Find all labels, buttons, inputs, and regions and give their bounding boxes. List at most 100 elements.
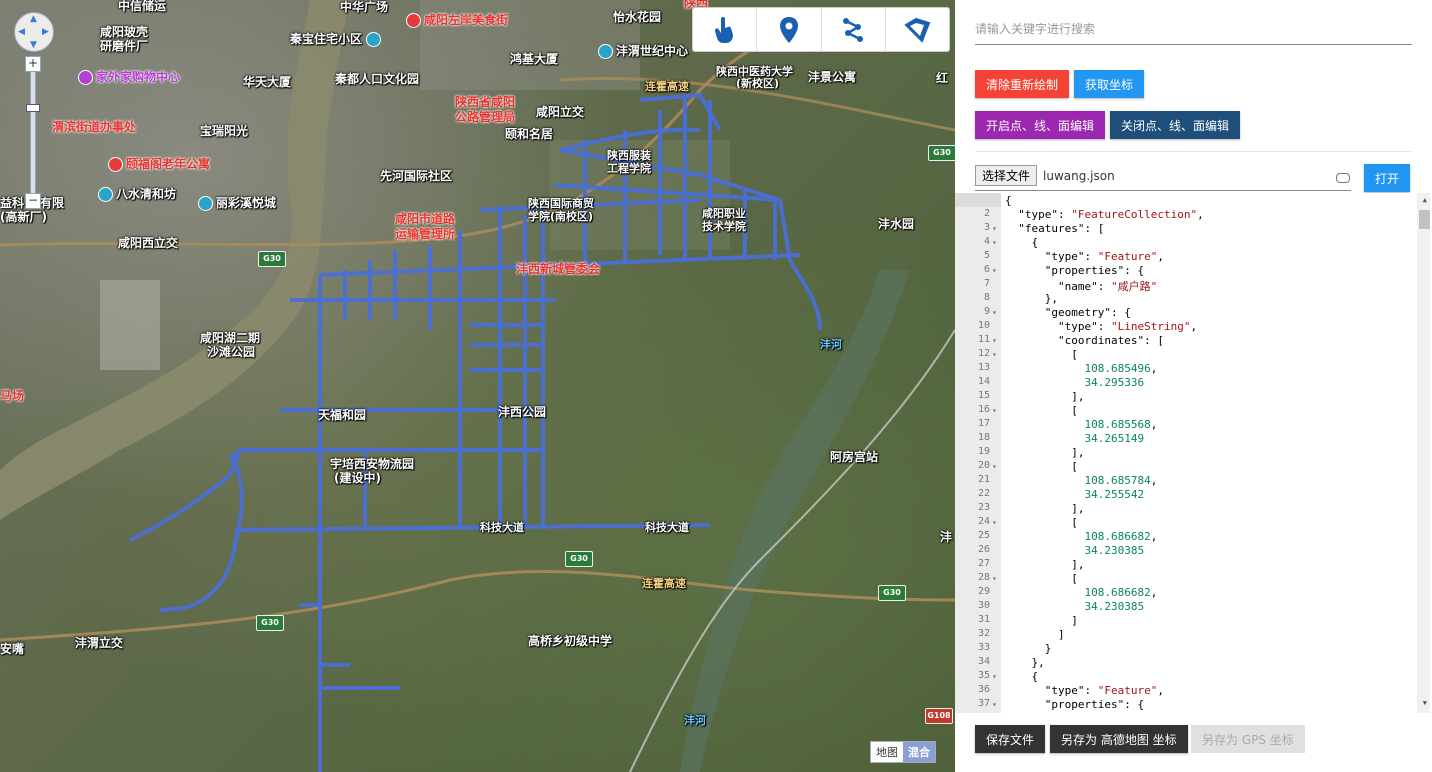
code-line[interactable]: 34.265149 [1005,432,1144,445]
line-number: 3 [983,222,990,233]
code-line[interactable]: "type": "LineString", [1005,320,1197,333]
code-line[interactable]: ], [1005,390,1084,403]
editor-scrollbar-thumb[interactable] [1419,210,1430,229]
code-line[interactable]: }, [1005,656,1044,669]
poi-label[interactable]: 秦宝住宅小区 [290,30,384,47]
code-line[interactable]: "type": "Feature", [1005,684,1164,697]
marker-icon [779,16,798,43]
poi-label[interactable]: 颐福阁老年公寓 [108,155,210,172]
code-line[interactable]: 34.230385 [1005,600,1144,613]
code-line[interactable]: "geometry": { [1005,306,1131,319]
zoom-out-button[interactable]: − [25,193,41,209]
code-line[interactable]: ], [1005,446,1084,459]
code-line[interactable]: 108.686682, [1005,530,1157,543]
code-line[interactable]: 34.230385 [1005,544,1144,557]
code-line[interactable]: [ [1005,572,1078,585]
code-line[interactable]: "coordinates": [ [1005,334,1164,347]
code-line[interactable]: 108.685784, [1005,474,1157,487]
search-input[interactable] [975,14,1412,45]
code-line[interactable]: 108.685496, [1005,362,1157,375]
marker-tool-button[interactable] [757,8,822,51]
code-line[interactable]: "properties": { [1005,698,1144,711]
code-line[interactable]: "properties": { [1005,264,1144,277]
code-line[interactable]: [ [1005,516,1078,529]
fold-toggle-icon[interactable]: ▾ [992,406,997,415]
code-line[interactable]: "type": "FeatureCollection", [1005,208,1203,221]
code-line[interactable]: 34.255542 [1005,488,1144,501]
poi-label[interactable]: 家外家购物中心 [78,68,180,85]
polygon-tool-button[interactable] [886,8,949,51]
clear-redraw-button[interactable]: 清除重新绘制 [975,70,1070,98]
code-line[interactable]: }, [1005,292,1058,305]
fold-toggle-icon[interactable]: ▾ [992,238,997,247]
save-file-button[interactable]: 保存文件 [975,725,1046,753]
road-label: 科技大道 [480,521,524,534]
scroll-up-icon[interactable]: ▲ [1423,196,1427,204]
fold-toggle-icon[interactable]: ▾ [992,518,997,527]
poi-label: 阿房宫站 [830,450,879,464]
map-type-hybrid[interactable]: 混合 [903,742,935,762]
line-number: 4 [983,236,990,247]
pan-tool-button[interactable] [693,8,758,51]
polyline-tool-button[interactable] [822,8,886,51]
poi-label[interactable]: 八水清和坊 [98,185,176,202]
enable-edit-button[interactable]: 开启点、线、面编辑 [975,111,1106,139]
code-line[interactable]: 34.295336 [1005,376,1144,389]
line-number: 14 [977,376,990,387]
poi-label[interactable]: 沣渭世纪中心 [598,42,688,59]
code-line[interactable]: [ [1005,460,1078,473]
code-line[interactable]: ] [1005,628,1065,641]
open-button[interactable]: 打开 [1364,164,1411,192]
pan-right-icon[interactable]: ▶ [42,27,49,37]
line-number: 2 [983,208,990,219]
code-line[interactable]: "type": "Feature", [1005,250,1164,263]
fold-toggle-icon[interactable]: ▾ [992,336,997,345]
code-line[interactable]: "features": [ [1005,222,1104,235]
code-line[interactable]: { [1005,236,1038,249]
scroll-down-icon[interactable]: ▼ [1423,699,1427,707]
poi-label: 华天大厦 [243,75,292,89]
code-line[interactable]: 108.685568, [1005,418,1157,431]
line-number: 36 [977,684,990,695]
poi-label[interactable]: 咸阳左岸美食街 [406,11,508,28]
code-line[interactable]: } [1005,642,1052,655]
map-canvas[interactable]: 中信储运 中华广场 咸阳左岸美食街 怡水花园 陕西 咸阳玻壳 研磨件厂 秦宝住宅… [0,0,955,772]
fold-toggle-icon[interactable]: ▾ [992,350,997,359]
code-line[interactable]: { [1005,194,1012,207]
zoom-slider-handle[interactable] [26,104,40,112]
fold-toggle-icon[interactable]: ▾ [992,700,997,709]
zoom-in-button[interactable]: + [25,56,41,72]
fold-toggle-icon[interactable]: ▾ [992,224,997,233]
map-type-normal[interactable]: 地图 [871,742,903,762]
pan-control[interactable]: ▲ ▼ ◀ ▶ [14,12,54,52]
poi-label: 沣景公寓 [808,70,857,84]
save-as-gaode-button[interactable]: 另存为 高德地图 坐标 [1050,725,1188,753]
poi-label[interactable]: 丽彩溪悦城 [198,194,276,211]
code-line[interactable]: ] [1005,614,1078,627]
file-name: luwang.json [1043,169,1115,183]
pan-left-icon[interactable]: ◀ [18,27,25,37]
json-editor[interactable]: 1▾23▾4▾56▾789▾1011▾12▾13141516▾17181920▾… [955,193,1432,713]
code-line[interactable]: ], [1005,558,1084,571]
code-line[interactable]: [ [1005,404,1078,417]
choose-file-button[interactable]: 选择文件 [975,165,1038,186]
editor-scrollbar[interactable] [1417,193,1430,713]
code-line[interactable]: 108.686682, [1005,586,1157,599]
map-type-switcher: 地图 混合 [870,741,936,763]
residential-icon [198,196,213,211]
code-line[interactable]: { [1005,670,1038,683]
active-line-highlight [955,193,1001,207]
fold-toggle-icon[interactable]: ▾ [992,574,997,583]
code-line[interactable]: ], [1005,502,1084,515]
fold-toggle-icon[interactable]: ▾ [992,462,997,471]
pan-down-icon[interactable]: ▼ [30,40,37,50]
code-line[interactable]: [ [1005,348,1078,361]
fold-toggle-icon[interactable]: ▾ [992,308,997,317]
line-number: 19 [977,446,990,457]
disable-edit-button[interactable]: 关闭点、线、面编辑 [1110,111,1241,139]
get-coords-button[interactable]: 获取坐标 [1074,70,1145,98]
pan-up-icon[interactable]: ▲ [30,14,37,24]
fold-toggle-icon[interactable]: ▾ [992,672,997,681]
fold-toggle-icon[interactable]: ▾ [992,266,997,275]
zoom-slider-track[interactable] [30,71,36,195]
